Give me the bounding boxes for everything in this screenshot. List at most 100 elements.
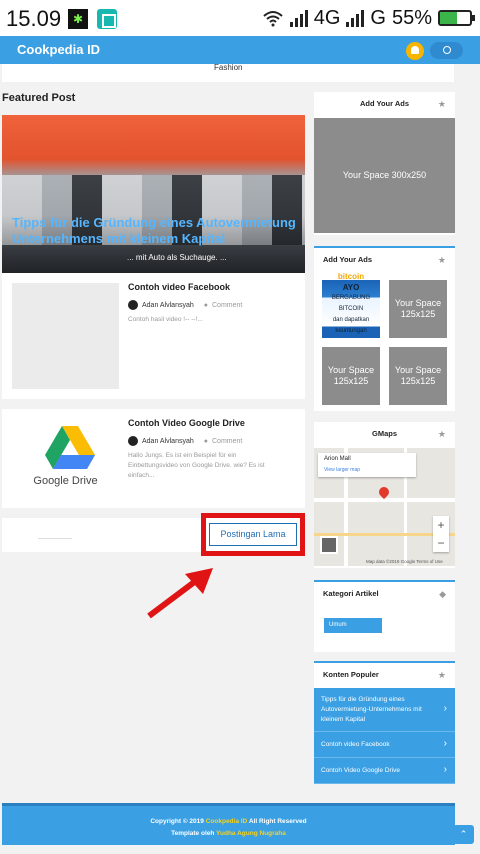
bitcoin-brand: bitcoin xyxy=(337,271,365,281)
popular-list: Tipps für die Gründung eines Autovermiet… xyxy=(314,688,455,784)
comment-icon: ● xyxy=(203,301,208,309)
category-widget: Kategori Artikel ◆ Umum xyxy=(314,580,455,652)
zoom-in-button[interactable]: + xyxy=(433,516,449,534)
category-fashion-link[interactable]: Fashion xyxy=(214,63,242,72)
google-drive-label: Google Drive xyxy=(33,475,98,487)
map-embed[interactable]: Arion Mall View larger map + − Map data … xyxy=(314,448,455,566)
status-indicators: 4G G 55% xyxy=(262,6,475,30)
comment-icon: ● xyxy=(203,437,208,445)
signal-icon xyxy=(289,9,308,27)
google-drive-icon xyxy=(45,426,95,469)
featured-excerpt: ... mit Auto als Suchauge. ... xyxy=(127,253,227,262)
view-larger-map-link[interactable]: View larger map xyxy=(324,467,360,473)
widget-title: Add Your Ads xyxy=(359,99,410,108)
featured-title[interactable]: Tipps für die Gründung eines Autovermiet… xyxy=(12,215,300,247)
app-notification-icon: ✱ xyxy=(68,9,88,29)
bitcoin-line1: BERGABUNG BITCOIN xyxy=(331,294,371,312)
notification-bell-button[interactable] xyxy=(406,42,424,60)
template-author-link[interactable]: Yudha Agung Nugraha xyxy=(216,830,286,837)
popular-widget: Konten Populer ★ Tipps für die Gründung … xyxy=(314,661,455,784)
star-icon: ★ xyxy=(437,670,446,680)
template-credit-line: Template oleh Yudha Agung Nugraha xyxy=(2,830,455,837)
category-strip: Fashion xyxy=(2,63,454,82)
footer-brand-link[interactable]: Cookpedia ID xyxy=(206,818,248,825)
popular-item-label: Contoh video Facebook xyxy=(321,740,390,748)
post-comment-link[interactable]: Comment xyxy=(212,438,242,445)
map-attribution: Map data ©2019 Google Terms of Use xyxy=(366,559,443,564)
ad-slot-300x250[interactable]: Your Space 300x250 xyxy=(314,118,455,233)
post-card: Google Drive Contoh Video Google Drive A… xyxy=(2,409,305,508)
avatar xyxy=(128,436,138,446)
star-icon: ★ xyxy=(437,429,446,439)
site-footer: Copyright © 2019 Cookpedia ID All Right … xyxy=(2,803,455,845)
post-title[interactable]: Contoh Video Google Drive xyxy=(128,418,245,428)
star-icon: ★ xyxy=(437,255,446,265)
map-pin-icon xyxy=(376,484,392,500)
signal-icon-2 xyxy=(346,9,365,27)
post-card: Contoh video Facebook Adan Alvlansyah ● … xyxy=(2,273,305,399)
battery-percent: 55% xyxy=(391,6,432,29)
bitcoin-cta: GABUNG BITCOIN xyxy=(324,338,377,345)
tags-icon: ◆ xyxy=(439,589,446,599)
post-thumbnail[interactable] xyxy=(12,283,119,389)
popular-item[interactable]: Contoh Video Google Drive › xyxy=(314,758,455,784)
site-brand[interactable]: Cookpedia ID xyxy=(17,42,100,57)
back-to-top-button[interactable]: ⌃ xyxy=(453,825,474,844)
popular-item[interactable]: Contoh video Facebook › xyxy=(314,732,455,758)
annotation-highlight-box xyxy=(201,513,305,556)
popular-item-label: Tipps für die Gründung eines Autovermiet… xyxy=(321,695,422,723)
post-comment-link[interactable]: Comment xyxy=(212,302,242,309)
widget-title: GMaps xyxy=(371,429,397,438)
post-title[interactable]: Contoh video Facebook xyxy=(128,282,230,292)
post-author[interactable]: Adan Alvlansyah xyxy=(142,438,194,445)
search-button[interactable] xyxy=(430,42,463,59)
gmaps-widget: GMaps ★ Arion Mall View larger map + − M… xyxy=(314,422,455,568)
ads-widget: Add Your Ads ★ Your Space 300x250 xyxy=(314,92,455,235)
wifi-icon xyxy=(263,11,283,27)
map-zoom-control: + − xyxy=(433,516,449,552)
post-thumbnail[interactable]: Google Drive xyxy=(12,419,119,499)
bitcoin-ad-banner[interactable]: bitcoin AYO BERGABUNG BITCOIN dan dapatk… xyxy=(322,272,380,345)
street-view-thumbnail[interactable] xyxy=(320,536,338,554)
annotation-arrow-icon xyxy=(147,568,213,619)
ads-widget-2: Add Your Ads ★ bitcoin AYO BERGABUNG BIT… xyxy=(314,246,455,411)
status-time: 15.09 xyxy=(6,6,62,31)
category-umum-button[interactable]: Umum xyxy=(324,618,382,633)
section-title: Featured Post xyxy=(2,92,76,104)
post-excerpt: Contoh hasil video !-- --!... xyxy=(128,316,203,323)
widget-title: Add Your Ads xyxy=(323,255,373,264)
chevron-right-icon: › xyxy=(443,702,447,714)
widget-title: Kategori Artikel xyxy=(323,589,379,598)
map-place-card: Arion Mall View larger map xyxy=(318,453,416,477)
ad-slot-125x125[interactable]: Your Space 125x125 xyxy=(322,347,380,405)
template-credit-text: Template oleh xyxy=(171,830,215,837)
chevron-right-icon: › xyxy=(443,763,447,775)
network-type-1: 4G xyxy=(313,6,341,29)
post-excerpt: Hallo Jungs. Es ist ein Beispiel für ein… xyxy=(128,452,265,479)
widget-title: Konten Populer xyxy=(323,670,379,679)
zoom-out-button[interactable]: − xyxy=(433,534,449,552)
copyright-text: Copyright © 2019 xyxy=(150,818,204,825)
rights-text: All Right Reserved xyxy=(248,818,307,825)
newer-posts-placeholder xyxy=(38,538,72,539)
featured-post[interactable]: Tipps für die Gründung eines Autovermiet… xyxy=(2,115,305,273)
status-bar: 15.09 ✱ 4G G 55% xyxy=(0,0,480,36)
star-icon: ★ xyxy=(437,99,446,109)
popular-item-label: Contoh Video Google Drive xyxy=(321,766,401,774)
battery-icon xyxy=(438,10,475,26)
post-meta: Adan Alvlansyah ● Comment xyxy=(128,300,242,310)
screenshot-icon xyxy=(97,9,117,29)
site-header: Cookpedia ID xyxy=(0,36,480,64)
bitcoin-line2: dan dapatkan keuntungan xyxy=(332,316,370,334)
copyright-line: Copyright © 2019 Cookpedia ID All Right … xyxy=(2,818,455,825)
post-author[interactable]: Adan Alvlansyah xyxy=(142,302,194,309)
avatar xyxy=(128,300,138,310)
ad-slot-125x125[interactable]: Your Space 125x125 xyxy=(389,347,447,405)
bitcoin-head: AYO xyxy=(342,282,360,292)
map-place-name: Arion Mall xyxy=(324,456,351,462)
post-meta: Adan Alvlansyah ● Comment xyxy=(128,436,242,446)
ad-slot-125x125[interactable]: Your Space 125x125 xyxy=(389,280,447,338)
chevron-right-icon: › xyxy=(443,737,447,749)
network-type-2: G xyxy=(370,6,386,29)
popular-item[interactable]: Tipps für die Gründung eines Autovermiet… xyxy=(314,688,455,732)
